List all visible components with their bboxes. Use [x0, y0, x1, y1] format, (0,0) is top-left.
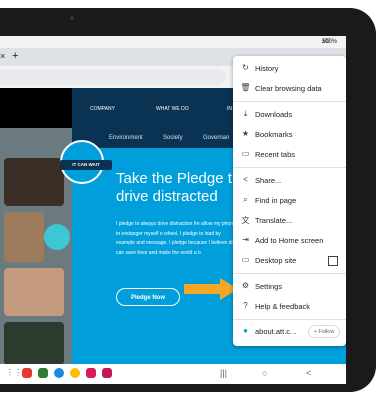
add-to-home-icon: ⇥	[242, 235, 249, 244]
app-icon-video[interactable]	[102, 368, 112, 378]
menu-label: Clear browsing data	[255, 84, 322, 93]
app-icon-messages[interactable]	[54, 368, 64, 378]
nav-society[interactable]: Society	[163, 135, 183, 141]
menu-item-translate[interactable]: 文 Translate...	[233, 211, 346, 231]
orange-arrow-icon	[184, 278, 238, 300]
menu-label: Find in page	[255, 196, 297, 205]
menu-item-add-to-home-screen[interactable]: ⇥ Add to Home screen	[233, 231, 346, 251]
hero-body-text: I pledge to always drive distraction fre…	[116, 221, 236, 256]
menu-item-help-feedback[interactable]: ? Help & feedback	[233, 297, 346, 317]
menu-item-history[interactable]: ↻ History	[233, 59, 346, 79]
menu-item-bookmarks[interactable]: ★ Bookmarks	[233, 125, 346, 145]
nav-governance[interactable]: Governan	[203, 135, 229, 141]
hero-title-line2: drive distracted	[116, 188, 218, 205]
nav-what-we-do[interactable]: WHAT WE DO	[156, 106, 189, 112]
system-nav-bar: ⋮⋮ ||| ○ <	[0, 364, 346, 384]
recents-button[interactable]: |||	[220, 368, 227, 378]
help-icon: ?	[243, 301, 248, 310]
hero-title-line1: Take the Pledge t	[116, 170, 232, 187]
status-bar: 5G 100%	[0, 36, 346, 48]
menu-label: History	[255, 64, 279, 73]
new-tab-button[interactable]: +	[12, 50, 18, 62]
desktop-icon: ▭	[241, 255, 250, 264]
pledge-now-button[interactable]: Pledge Now	[116, 288, 180, 306]
menu-divider	[233, 319, 346, 320]
menu-label: Recent tabs	[255, 150, 296, 159]
site-header-left	[0, 88, 72, 128]
menu-label: Settings	[255, 282, 283, 291]
menu-item-clear-browsing-data[interactable]: 🗑 Clear browsing data	[233, 79, 346, 99]
att-globe-icon: ●	[243, 326, 248, 335]
hero-title: Take the Pledge t drive distracted	[116, 170, 232, 206]
menu-label: Share...	[255, 176, 282, 185]
menu-divider	[233, 101, 346, 102]
menu-label: Help & feedback	[255, 302, 311, 311]
menu-label: Add to Home screen	[255, 236, 324, 245]
status-battery-text: 100%	[321, 39, 337, 45]
share-icon: <	[243, 175, 248, 184]
trash-icon: 🗑	[240, 83, 251, 92]
download-icon: ⤓	[243, 109, 248, 118]
menu-divider	[233, 273, 346, 274]
nav-cut-item[interactable]: IN	[227, 106, 232, 112]
menu-item-settings[interactable]: ⚙ Settings	[233, 277, 346, 297]
translate-icon: 文	[241, 216, 250, 225]
menu-divider	[233, 167, 346, 168]
menu-label: Desktop site	[255, 256, 297, 265]
history-icon: ↻	[242, 63, 249, 72]
menu-label: Downloads	[255, 110, 293, 119]
gear-icon: ⚙	[241, 281, 250, 290]
app-icon-red[interactable]	[22, 368, 32, 378]
back-button[interactable]: <	[306, 368, 311, 378]
menu-footer-site[interactable]: ● about.att.c... + Follow	[233, 322, 346, 342]
find-icon: ⌕	[243, 195, 248, 204]
recent-tabs-icon: ▭	[241, 149, 250, 158]
app-icon-pink[interactable]	[86, 368, 96, 378]
chrome-overflow-menu: ↻ History 🗑 Clear browsing data ⤓ Downlo…	[233, 56, 346, 346]
follow-button[interactable]: + Follow	[308, 325, 340, 338]
footer-site-label: about.att.c...	[255, 327, 297, 336]
menu-item-desktop-site[interactable]: ▭ Desktop site	[233, 251, 346, 271]
menu-item-find-in-page[interactable]: ⌕ Find in page	[233, 191, 346, 211]
app-drawer-icon[interactable]: ⋮⋮	[6, 368, 22, 377]
front-camera	[70, 16, 74, 20]
home-button[interactable]: ○	[262, 368, 267, 378]
it-can-wait-logo-text: IT CAN WAIT	[60, 160, 112, 170]
nav-environment[interactable]: Environment	[109, 135, 143, 141]
desktop-site-checkbox[interactable]	[328, 256, 338, 266]
nav-company[interactable]: COMPANY	[90, 106, 115, 112]
address-bar[interactable]	[0, 69, 226, 85]
menu-item-recent-tabs[interactable]: ▭ Recent tabs	[233, 145, 346, 165]
app-icon-chrome[interactable]	[70, 368, 80, 378]
menu-label: Translate...	[255, 216, 293, 225]
star-icon: ★	[241, 129, 250, 138]
close-tab-icon[interactable]: ×	[0, 51, 5, 61]
menu-item-share[interactable]: < Share...	[233, 171, 346, 191]
menu-label: Bookmarks	[255, 130, 293, 139]
menu-item-downloads[interactable]: ⤓ Downloads	[233, 105, 346, 125]
app-icon-green[interactable]	[38, 368, 48, 378]
